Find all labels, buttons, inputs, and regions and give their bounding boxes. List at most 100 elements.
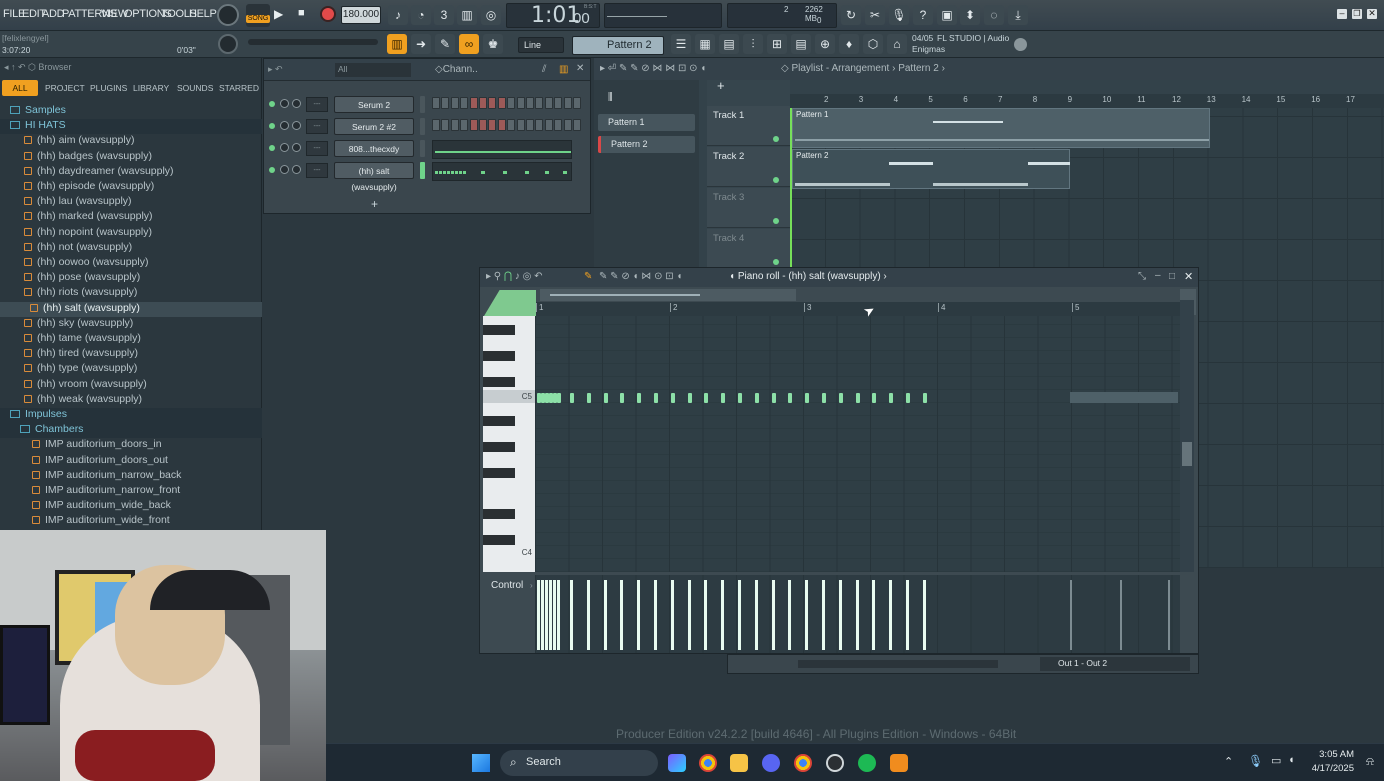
channel-name-button[interactable]: Serum 2 #2 bbox=[334, 118, 414, 135]
countdown-icon[interactable]: 3 bbox=[434, 5, 454, 25]
step-button[interactable] bbox=[507, 119, 516, 131]
key-c4[interactable]: C4 bbox=[483, 546, 535, 559]
master-pitch-slider[interactable] bbox=[248, 39, 378, 45]
browser-item[interactable]: (hh) weak (wavsupply) bbox=[0, 393, 262, 408]
step-button[interactable] bbox=[535, 97, 544, 109]
step-button[interactable] bbox=[450, 97, 459, 109]
midi-note[interactable] bbox=[620, 393, 624, 403]
step-button[interactable] bbox=[432, 119, 440, 131]
clip-pattern-2[interactable]: Pattern 2 bbox=[792, 149, 1070, 189]
velocity-bar[interactable] bbox=[721, 580, 724, 650]
velocity-bar[interactable] bbox=[704, 580, 707, 650]
channel-pan-knob[interactable] bbox=[280, 99, 289, 108]
track-3-led[interactable] bbox=[773, 218, 779, 224]
output-select[interactable]: Out 1 - Out 2 bbox=[1040, 657, 1190, 671]
browser-item[interactable]: (hh) episode (wavsupply) bbox=[0, 180, 262, 195]
midi-note[interactable] bbox=[872, 393, 876, 403]
step-button[interactable] bbox=[563, 119, 572, 131]
add-track-icon[interactable]: + bbox=[717, 78, 725, 93]
pencil-tool-icon[interactable]: ✎ bbox=[584, 271, 592, 282]
channel-volume-knob[interactable] bbox=[292, 143, 301, 152]
channel-pan-knob[interactable] bbox=[280, 143, 289, 152]
arrow-tool-icon[interactable]: ➜ bbox=[411, 34, 431, 54]
metronome-icon[interactable]: ♪ bbox=[388, 5, 408, 25]
velocity-bar[interactable] bbox=[587, 580, 590, 650]
plugin-icon[interactable]: ⬍ bbox=[960, 5, 980, 25]
black-key[interactable] bbox=[483, 377, 515, 387]
song-mode-toggle[interactable]: SONG bbox=[246, 4, 270, 27]
track-header-2[interactable]: Track 2 bbox=[707, 147, 790, 187]
playlist-ruler[interactable]: 2 3 4 5 6 7 8 9 10 11 12 13 14 15 16 17 bbox=[790, 94, 1384, 108]
channel-rack-icon[interactable]: ▤ bbox=[719, 34, 739, 54]
black-key[interactable] bbox=[483, 468, 515, 478]
clock-time[interactable]: 3:05 AM bbox=[1310, 749, 1354, 760]
channel-volume-knob[interactable] bbox=[292, 121, 301, 130]
velocity-bar[interactable] bbox=[839, 580, 842, 650]
channel-volume-knob[interactable] bbox=[292, 99, 301, 108]
channel-mute-led[interactable] bbox=[269, 145, 275, 151]
scroll-thumb[interactable] bbox=[550, 294, 700, 296]
piano-roll-minimize-button[interactable]: – bbox=[1155, 270, 1161, 281]
news-title[interactable]: FL STUDIO | Audio bbox=[937, 33, 1009, 43]
midi-note[interactable] bbox=[889, 393, 893, 403]
browser-item[interactable]: (hh) oowoo (wavsupply) bbox=[0, 256, 262, 271]
step-button[interactable] bbox=[479, 97, 487, 109]
piano-roll-tools2-icon[interactable]: ✎ ✎ ⊘ ◖ ⋈ ⊙ ⊡ ◖ bbox=[599, 271, 682, 282]
black-key[interactable] bbox=[483, 535, 515, 545]
wait-input-icon[interactable]: ◔ bbox=[411, 5, 431, 25]
midi-note[interactable] bbox=[856, 393, 860, 403]
control-arrow-icon[interactable]: › bbox=[530, 581, 533, 590]
add-channel-button[interactable]: + bbox=[371, 197, 378, 211]
velocity-bar[interactable] bbox=[541, 580, 544, 650]
browser-item[interactable]: (hh) type (wavsupply) bbox=[0, 362, 262, 377]
midi-note[interactable] bbox=[721, 393, 725, 403]
velocity-bar[interactable] bbox=[604, 580, 607, 650]
channel-piano-roll-preview[interactable] bbox=[432, 140, 572, 159]
undo-history-icon[interactable]: ↻ bbox=[841, 5, 861, 25]
playlist-icon[interactable]: ☰ bbox=[671, 34, 691, 54]
spotify-icon[interactable] bbox=[858, 754, 876, 772]
clip-pattern-1[interactable]: Pattern 1 bbox=[792, 108, 1210, 148]
step-button[interactable] bbox=[573, 119, 581, 131]
browser-item[interactable]: IMP auditorium_wide_back bbox=[0, 499, 262, 514]
globe-icon[interactable] bbox=[1014, 38, 1027, 51]
piano-roll-ruler[interactable]: 1 2 3 4 5 bbox=[536, 302, 1181, 316]
velocity-bar[interactable] bbox=[923, 580, 926, 650]
window-minimize-button[interactable]: – bbox=[1337, 9, 1347, 19]
browser-item[interactable]: IMP auditorium_narrow_back bbox=[0, 469, 262, 484]
midi-note[interactable] bbox=[654, 393, 658, 403]
step-button[interactable] bbox=[497, 119, 506, 131]
black-key[interactable] bbox=[483, 325, 515, 335]
browser-item[interactable]: Impulses bbox=[0, 408, 262, 423]
browser-tab-all[interactable]: ALL bbox=[2, 80, 38, 96]
save-icon[interactable]: ▣ bbox=[937, 5, 957, 25]
tempo-display[interactable]: 180.000 bbox=[341, 6, 381, 24]
stop-button[interactable]: ■ bbox=[298, 7, 305, 19]
step-button[interactable] bbox=[432, 97, 440, 109]
download-icon[interactable]: ⤓ bbox=[1008, 5, 1028, 25]
browser-item[interactable]: IMP auditorium_doors_out bbox=[0, 454, 262, 469]
step-button[interactable] bbox=[544, 97, 553, 109]
browser-tab-library[interactable]: LIBRARY bbox=[133, 83, 169, 93]
channel-select-indicator[interactable] bbox=[420, 162, 425, 179]
step-button[interactable] bbox=[488, 119, 497, 131]
browser-item[interactable]: IMP auditorium_wide_front bbox=[0, 514, 262, 529]
discord-icon[interactable] bbox=[762, 754, 780, 772]
browser-item[interactable]: (hh) nopoint (wavsupply) bbox=[0, 226, 262, 241]
channel-mixer-track[interactable]: --- bbox=[306, 119, 328, 134]
channel-mixer-track[interactable]: --- bbox=[306, 141, 328, 156]
output-scroll[interactable] bbox=[798, 660, 998, 668]
playlist-tools-icon[interactable]: ▸ ⏎ ✎ ✎ ⊘ ⋈ ⋈ ⊡ ⊙ ◖ bbox=[600, 63, 706, 74]
piano-roll-grid[interactable] bbox=[535, 316, 1180, 572]
blend-notes-icon[interactable]: ◎ bbox=[481, 5, 501, 25]
start-icon[interactable] bbox=[472, 754, 490, 772]
step-button[interactable] bbox=[479, 119, 487, 131]
velocity-bar[interactable] bbox=[772, 580, 775, 650]
key-c5[interactable]: C5 bbox=[483, 390, 535, 403]
step-button[interactable] bbox=[554, 97, 563, 109]
link-tool-icon[interactable]: ∞ bbox=[459, 34, 479, 54]
obs-icon[interactable] bbox=[826, 754, 844, 772]
piano-roll-maximize-button[interactable]: □ bbox=[1169, 271, 1175, 282]
window-maximize-button[interactable]: ❐ bbox=[1352, 9, 1362, 19]
record-button[interactable] bbox=[320, 6, 336, 22]
